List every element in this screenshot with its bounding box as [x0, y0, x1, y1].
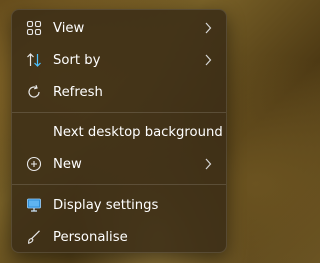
- chevron-right-icon: [204, 54, 212, 66]
- refresh-icon: [26, 84, 42, 100]
- menu-separator: [12, 112, 226, 113]
- plus-circle-icon: [26, 156, 42, 172]
- menu-item-label: Personalise: [53, 229, 128, 245]
- sort-icon: [26, 52, 42, 68]
- menu-item-label: Sort by: [53, 52, 101, 68]
- display-icon: [26, 197, 42, 213]
- desktop-context-menu: View Sort by Refresh Next desktop backgr…: [11, 9, 227, 253]
- menu-item-label: Refresh: [53, 84, 103, 100]
- menu-item-label: Display settings: [53, 197, 159, 213]
- grid-icon: [26, 20, 42, 36]
- menu-item-display-settings[interactable]: Display settings: [16, 191, 222, 219]
- menu-item-view[interactable]: View: [16, 14, 222, 42]
- menu-item-label: New: [53, 156, 82, 172]
- menu-item-next-desktop-background[interactable]: Next desktop background: [16, 118, 223, 146]
- menu-item-label: Next desktop background: [53, 124, 223, 140]
- chevron-right-icon: [204, 22, 212, 34]
- menu-item-refresh[interactable]: Refresh: [16, 78, 222, 106]
- chevron-right-icon: [204, 158, 212, 170]
- menu-item-personalise[interactable]: Personalise: [16, 223, 222, 251]
- menu-item-label: View: [53, 20, 85, 36]
- menu-item-sort-by[interactable]: Sort by: [16, 46, 222, 74]
- menu-item-new[interactable]: New: [16, 150, 222, 178]
- brush-icon: [26, 229, 42, 245]
- menu-separator: [12, 184, 226, 185]
